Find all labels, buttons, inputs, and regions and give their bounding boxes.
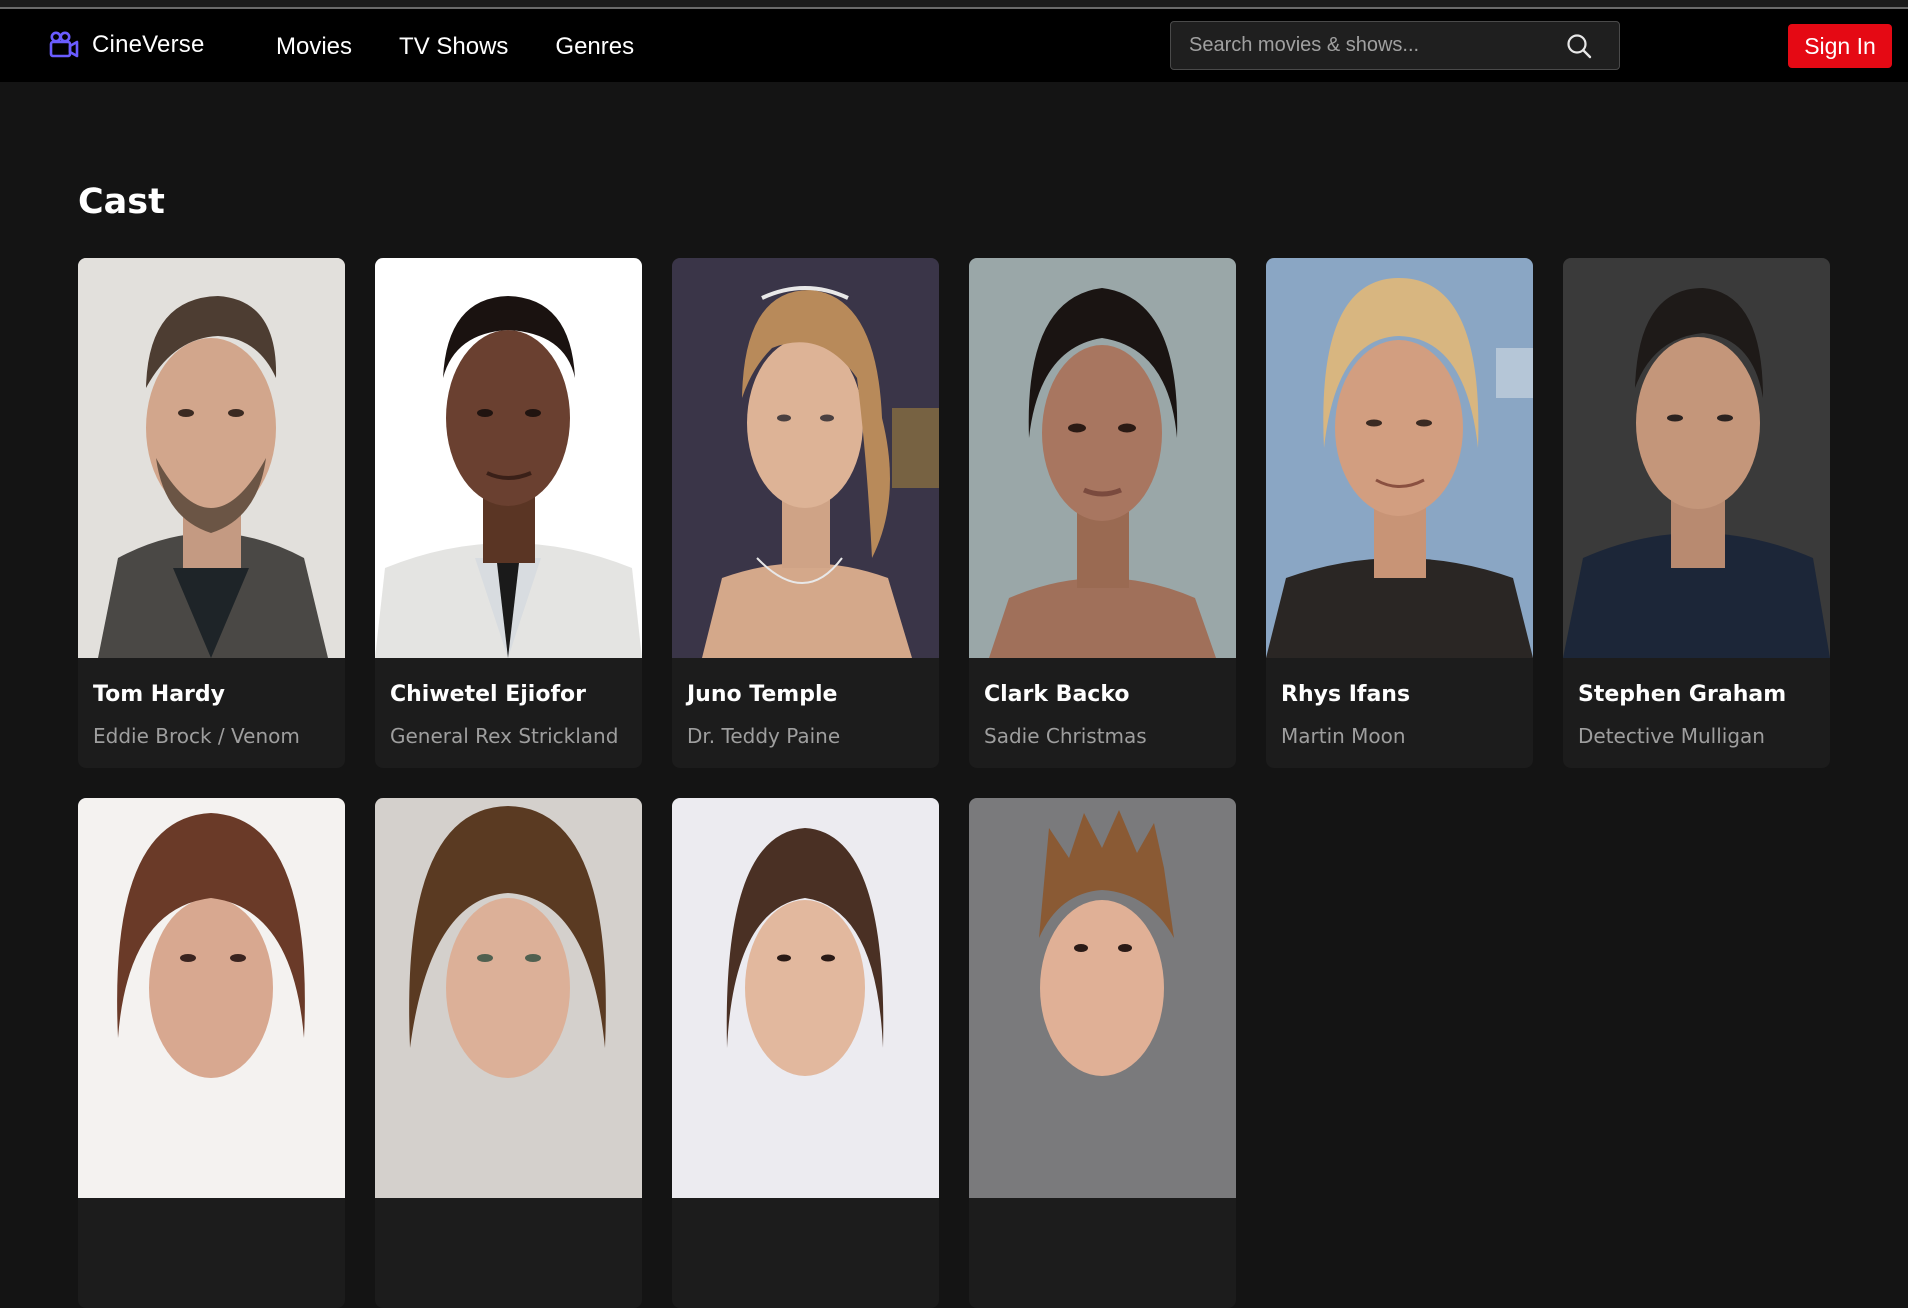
cast-card[interactable]: Rhys Ifans Martin Moon: [1266, 258, 1533, 768]
cast-role: Dr. Teddy Paine: [687, 724, 841, 748]
cast-role: Eddie Brock / Venom: [93, 724, 300, 748]
search-icon[interactable]: [1565, 32, 1593, 60]
cast-photo: [672, 258, 939, 658]
video-camera-icon: [49, 31, 79, 58]
cast-name: Rhys Ifans: [1281, 682, 1411, 707]
nav-movies[interactable]: Movies: [276, 33, 352, 61]
window-top-border: [0, 0, 1908, 9]
cast-photo: [969, 258, 1236, 658]
cast-photo: [78, 258, 345, 658]
top-navbar: CineVerse Movies TV Shows Genres Sign In: [0, 9, 1908, 82]
cast-card[interactable]: Tom Hardy Eddie Brock / Venom: [78, 258, 345, 768]
cast-card[interactable]: [969, 798, 1236, 1308]
nav-genres[interactable]: Genres: [555, 33, 634, 61]
cast-photo: [672, 798, 939, 1198]
logo[interactable]: CineVerse: [49, 31, 205, 59]
cast-card[interactable]: [78, 798, 345, 1308]
cast-card[interactable]: [672, 798, 939, 1308]
cast-role: Martin Moon: [1281, 724, 1406, 748]
app-name: CineVerse: [92, 31, 205, 58]
cast-name: Clark Backo: [984, 682, 1130, 707]
cast-photo: [1563, 258, 1830, 658]
cast-card[interactable]: Stephen Graham Detective Mulligan: [1563, 258, 1830, 768]
cast-section-title: Cast: [78, 182, 165, 222]
search-box: [1170, 21, 1620, 70]
cast-photo: [375, 798, 642, 1198]
cast-card[interactable]: Clark Backo Sadie Christmas: [969, 258, 1236, 768]
main-nav: Movies TV Shows Genres: [276, 33, 681, 61]
cast-role: General Rex Strickland: [390, 724, 619, 748]
cast-photo: [78, 798, 345, 1198]
cast-name: Tom Hardy: [93, 682, 225, 707]
search-input[interactable]: [1171, 22, 1565, 69]
cast-name: Stephen Graham: [1578, 682, 1787, 707]
cast-role: Detective Mulligan: [1578, 724, 1765, 748]
sign-in-button[interactable]: Sign In: [1788, 24, 1892, 68]
cast-name: Chiwetel Ejiofor: [390, 682, 586, 707]
cast-photo: [969, 798, 1236, 1198]
cast-card[interactable]: Chiwetel Ejiofor General Rex Strickland: [375, 258, 642, 768]
nav-tv-shows[interactable]: TV Shows: [399, 33, 508, 61]
cast-name: Juno Temple: [687, 682, 838, 707]
cast-photo: [375, 258, 642, 658]
cast-photo: [1266, 258, 1533, 658]
cast-card[interactable]: Juno Temple Dr. Teddy Paine: [672, 258, 939, 768]
cast-role: Sadie Christmas: [984, 724, 1147, 748]
cast-card[interactable]: [375, 798, 642, 1308]
